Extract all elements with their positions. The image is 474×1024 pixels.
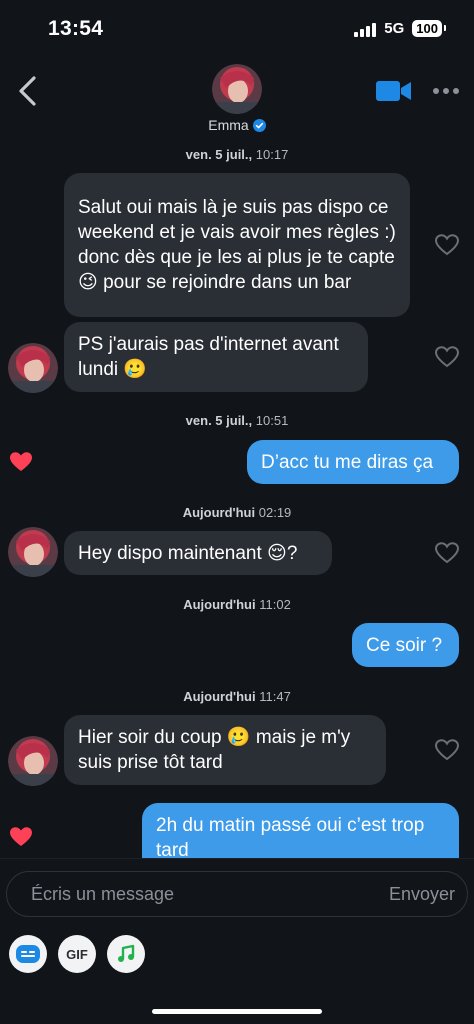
composer: Écris un message Envoyer GIF — [0, 858, 474, 1024]
music-icon — [118, 944, 135, 962]
back-icon[interactable] — [14, 74, 42, 108]
heart-icon[interactable] — [435, 739, 459, 761]
message-text: Hey dispo maintenant 😌? — [78, 542, 298, 564]
message-bubble-incoming[interactable]: Salut oui mais là je suis pas dispo ce w… — [64, 173, 410, 317]
message-text: 2h du matin passé oui c’est trop tard — [156, 815, 425, 861]
chat-header: Emma — [0, 60, 474, 140]
message-text: PS j'aurais pas d'internet avant lundi 🥲 — [78, 334, 339, 380]
message-bubble-incoming[interactable]: Hey dispo maintenant 😌? — [64, 531, 332, 575]
timestamp: ven. 5 juil., 10:51 — [185, 413, 289, 428]
timestamp: ven. 5 juil., 10:17 — [185, 147, 289, 162]
status-bar: 13:54 5G 100 — [0, 0, 474, 60]
avatar[interactable] — [8, 343, 58, 393]
message-input-placeholder: Écris un message — [31, 884, 175, 904]
avatar[interactable] — [8, 736, 58, 786]
timestamp: Aujourd'hui 11:47 — [183, 689, 291, 704]
message-text: Ce soir ? — [366, 634, 443, 656]
message-text: Salut oui mais là je suis pas dispo ce w… — [78, 197, 396, 293]
heart-icon[interactable] — [435, 542, 459, 564]
heart-icon[interactable] — [9, 826, 33, 848]
status-indicators: 5G 100 — [354, 20, 446, 37]
signal-icon — [354, 21, 377, 37]
timestamp: Aujourd'hui 02:19 — [182, 505, 292, 520]
heart-icon[interactable] — [435, 346, 459, 368]
home-indicator[interactable] — [152, 1009, 322, 1014]
message-text: D’acc tu me diras ça — [261, 451, 434, 473]
sticker-button[interactable] — [9, 935, 47, 973]
contact-name: Emma — [208, 117, 249, 133]
gif-button[interactable]: GIF — [58, 935, 96, 973]
avatar[interactable] — [8, 527, 58, 577]
more-icon[interactable] — [432, 87, 460, 95]
message-bubble-incoming[interactable]: Hier soir du coup 🥲 mais je m'y suis pri… — [64, 715, 386, 785]
heart-icon[interactable] — [435, 234, 459, 256]
gif-label: GIF — [66, 946, 88, 962]
status-time: 13:54 — [48, 17, 104, 40]
message-text: Hier soir du coup 🥲 mais je m'y suis pri… — [78, 727, 351, 773]
video-call-icon[interactable] — [376, 80, 412, 102]
music-button[interactable] — [107, 935, 145, 973]
composer-toolbar: GIF — [0, 935, 474, 979]
header-avatar[interactable] — [212, 64, 262, 114]
message-input[interactable]: Écris un message Envoyer — [6, 871, 468, 917]
battery-icon: 100 — [412, 20, 446, 37]
network-label: 5G — [384, 20, 405, 37]
timestamp: Aujourd'hui 11:02 — [183, 597, 291, 612]
send-button[interactable]: Envoyer — [389, 884, 455, 905]
message-bubble-incoming[interactable]: PS j'aurais pas d'internet avant lundi 🥲 — [64, 322, 368, 392]
message-bubble-outgoing[interactable]: D’acc tu me diras ça — [247, 440, 459, 484]
verified-icon — [252, 118, 266, 132]
heart-icon[interactable] — [9, 451, 33, 473]
message-bubble-outgoing[interactable]: Ce soir ? — [352, 623, 459, 667]
header-name-row[interactable]: Emma — [0, 117, 474, 133]
sticker-icon — [16, 945, 40, 963]
